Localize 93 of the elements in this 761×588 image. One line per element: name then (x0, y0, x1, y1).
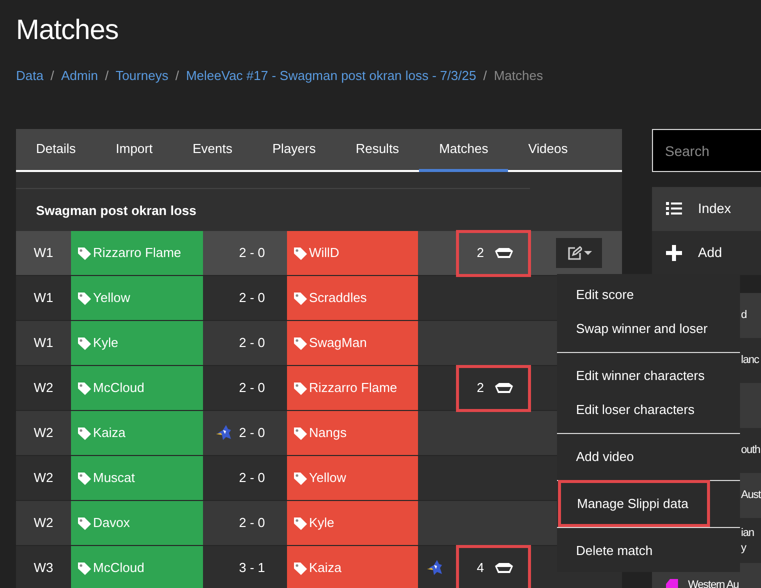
round-label: W1 (34, 244, 54, 262)
score: 2 - 0 (238, 514, 265, 532)
score: 2 - 0 (238, 424, 265, 442)
tag-icon (77, 246, 92, 260)
breadcrumb-link[interactable]: Tourneys (116, 66, 168, 86)
tag-icon (77, 336, 92, 350)
event-title: Swagman post okran loss (35, 202, 198, 220)
breadcrumb-link[interactable]: Data (16, 66, 44, 86)
winner-link[interactable]: McCloud (77, 378, 144, 398)
tag-icon (293, 336, 308, 350)
tag-icon (77, 516, 92, 530)
tab[interactable]: Results (336, 129, 420, 172)
menu-item[interactable]: Edit winner characters (557, 359, 740, 393)
tag-icon (293, 426, 308, 440)
loser-link[interactable]: WillD (293, 243, 340, 263)
breadcrumb-link[interactable]: MeleeVac #17 - Swagman post okran loss - 7/3/25 (186, 66, 476, 86)
round-label: W2 (34, 469, 54, 488)
edit-icon (566, 246, 582, 260)
tag-icon (77, 426, 92, 440)
tag-icon (77, 470, 92, 486)
winner-link[interactable]: Rizzarro Flame (77, 243, 182, 263)
winner-link[interactable]: Kaiza (77, 423, 126, 443)
breadcrumb-current: Matches (494, 67, 543, 85)
tab[interactable]: Import (96, 129, 173, 172)
slippi-count: 2 (476, 379, 484, 398)
round-label: W2 (34, 514, 54, 532)
round-label: W2 (34, 379, 54, 398)
slippi-count: 2 (476, 244, 484, 262)
loser-link[interactable]: Scraddles (293, 288, 367, 308)
tab[interactable]: Players (252, 129, 336, 172)
breadcrumb-separator: / (483, 67, 487, 85)
winner-link[interactable]: Davox (77, 513, 130, 533)
menu-item[interactable]: Edit loser characters (557, 393, 740, 427)
sidebar-item-text: Aust (741, 488, 761, 503)
score: 3 - 1 (238, 559, 265, 578)
tag-icon (77, 560, 92, 576)
slippi-count: 4 (476, 559, 484, 578)
tag-icon (293, 470, 308, 486)
winner-link[interactable]: Yellow (77, 288, 130, 308)
tab[interactable]: Events (172, 129, 252, 172)
plus-icon (666, 245, 682, 261)
tag-icon (293, 290, 308, 306)
sidebar-item-text: y (741, 540, 748, 556)
tag-icon (293, 560, 308, 576)
tab[interactable]: Details (16, 129, 96, 172)
edit-dropdown-button[interactable] (556, 238, 602, 268)
breadcrumb-separator: / (175, 67, 179, 85)
round-label: W2 (34, 424, 54, 442)
menu-item[interactable]: Edit score (557, 278, 740, 312)
sidebar-nav-item[interactable]: Index (652, 187, 761, 231)
sidebar-item-text: d (741, 308, 748, 323)
tag-icon (293, 516, 308, 530)
loser-link[interactable]: Kyle (293, 513, 334, 533)
winner-link[interactable]: Muscat (77, 468, 135, 488)
score: 2 - 0 (238, 244, 265, 262)
tab[interactable]: Matches (419, 129, 508, 172)
breadcrumb-link[interactable]: Admin (61, 66, 98, 86)
score: 2 - 0 (238, 289, 265, 308)
sidebar-item-text: lanc (741, 353, 760, 368)
round-label: W1 (34, 289, 54, 308)
loser-link[interactable]: Nangs (293, 423, 347, 443)
loser-link[interactable]: Rizzarro Flame (293, 378, 398, 398)
search-field[interactable]: Search (652, 129, 761, 172)
sidebar-item-text: Western Au (688, 578, 739, 588)
breadcrumb-separator: / (104, 67, 109, 85)
caret-icon (584, 250, 592, 256)
winner-link[interactable]: Kyle (77, 333, 118, 353)
breadcrumb-separator: / (50, 67, 54, 85)
round-label: W3 (34, 559, 54, 578)
winner-link[interactable]: McCloud (77, 558, 144, 578)
tag-icon (293, 380, 308, 396)
score: 2 - 0 (238, 334, 265, 352)
menu-item[interactable]: Manage Slippi data (558, 480, 710, 527)
tag-icon (77, 290, 92, 306)
loser-link[interactable]: SwagMan (293, 333, 367, 353)
slippi-icon (494, 246, 514, 260)
menu-item[interactable]: Swap winner and loser (557, 312, 740, 346)
page-title: Matches (16, 14, 120, 46)
round-label: W1 (34, 334, 54, 352)
loser-link[interactable]: Yellow (293, 468, 346, 488)
sidebar-item-text: outh (741, 443, 761, 458)
sidebar-item-text: ian (741, 526, 755, 540)
menu-item[interactable]: Add video (557, 440, 740, 474)
slippi-icon (494, 562, 514, 574)
tab[interactable]: Videos (508, 129, 588, 172)
loser-link[interactable]: Kaiza (293, 558, 342, 578)
sidebar-nav-item[interactable]: Add (652, 231, 761, 275)
tag-icon (293, 246, 308, 260)
score: 2 - 0 (238, 379, 265, 398)
score: 2 - 0 (238, 469, 265, 488)
slippi-icon (494, 382, 514, 394)
list-icon (666, 201, 682, 217)
tag-icon (77, 380, 92, 396)
